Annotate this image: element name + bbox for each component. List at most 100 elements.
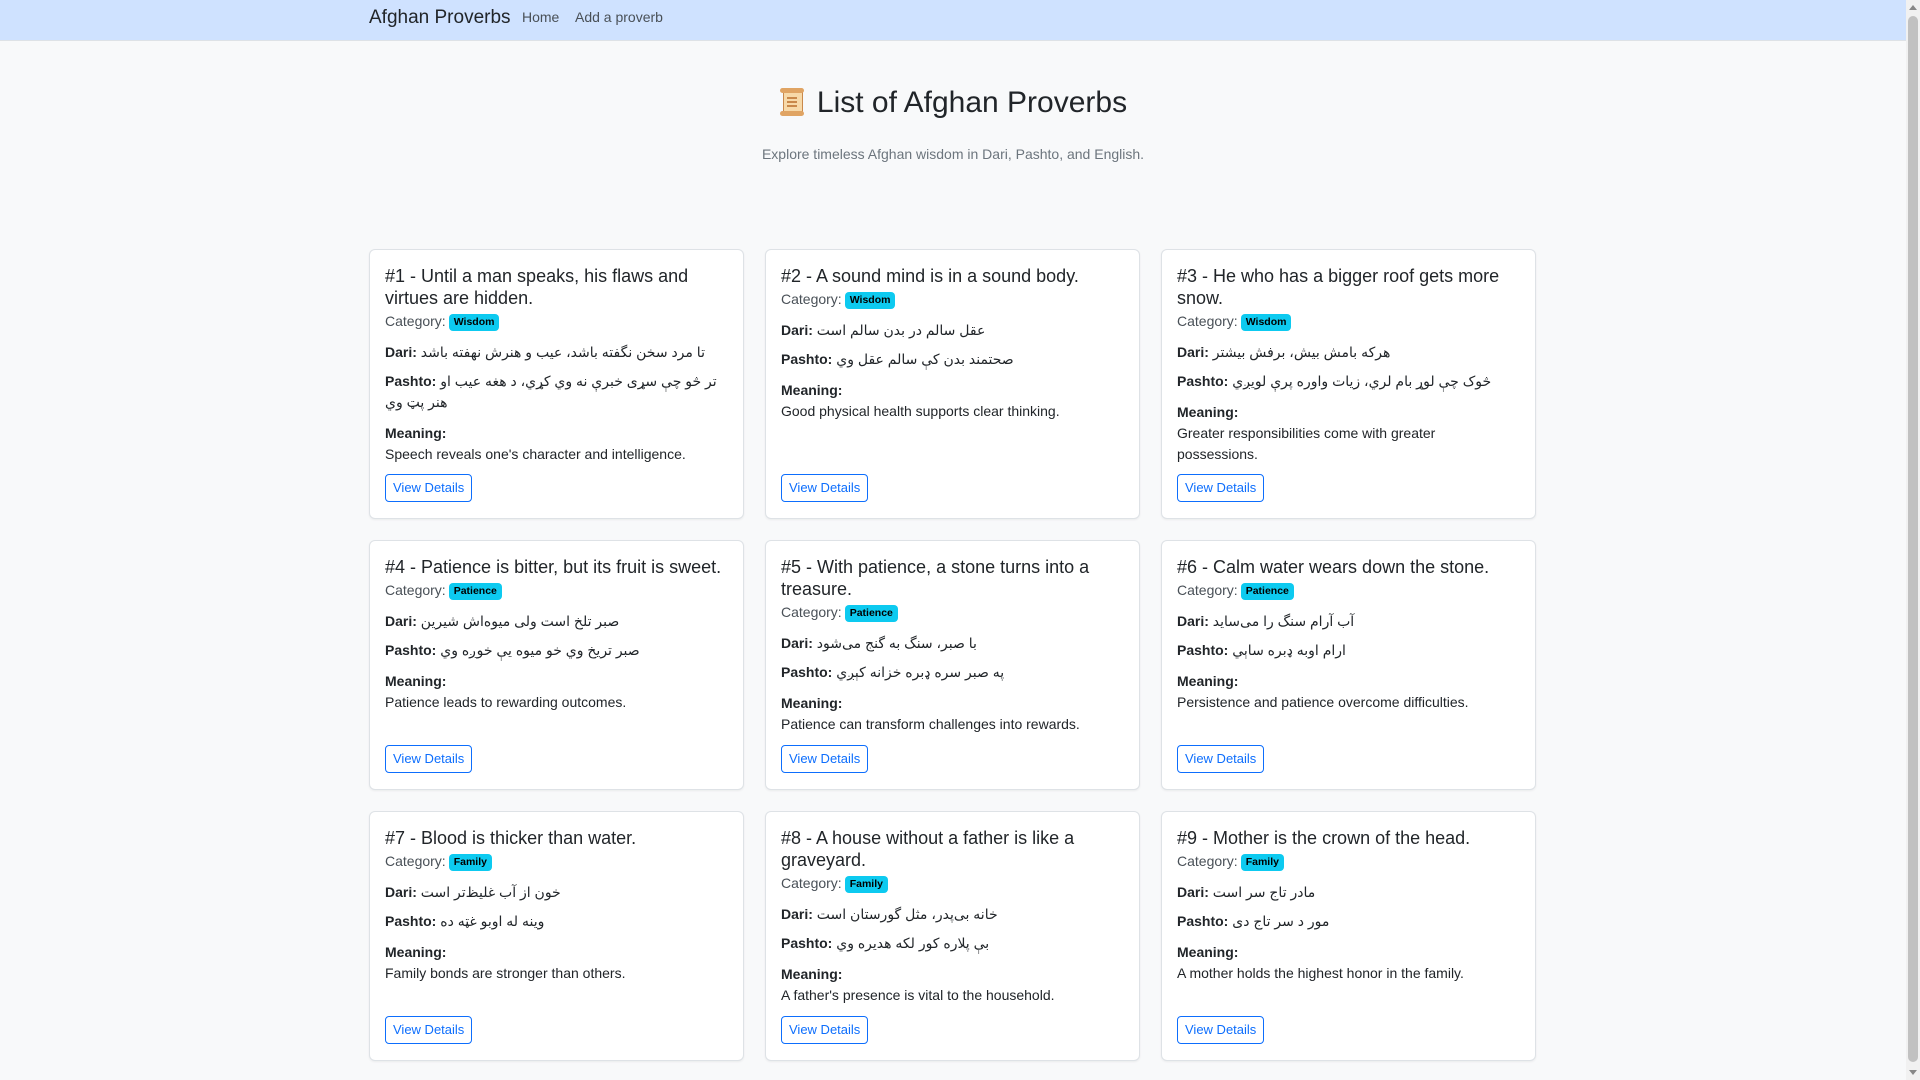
proverb-card: #6 - Calm water wears down the stone. Ca… [1161, 540, 1536, 790]
category-label: Category: [781, 604, 842, 620]
nav-link-add-proverb[interactable]: Add a proverb [575, 9, 663, 25]
meaning-text: Patience can transform challenges into r… [781, 716, 1080, 732]
category-label: Category: [385, 853, 446, 869]
dari-text: مادر تاج سر است [1212, 884, 1316, 900]
dari-label: Dari: [781, 906, 813, 922]
pashto-text: مور د سر تاج دی [1232, 913, 1330, 929]
category-label: Category: [385, 582, 446, 598]
proverb-title: #2 - A sound mind is in a sound body. [781, 266, 1079, 286]
view-details-button[interactable]: View Details [1177, 745, 1265, 773]
view-details-button[interactable]: View Details [781, 1016, 869, 1044]
pashto-text: په صبر سره ډبره خزانه کېږي [836, 664, 1005, 680]
pashto-field: Pashto: صحتمند بدن کې سالم عقل وي [781, 349, 1124, 370]
proverb-card: #1 - Until a man speaks, his flaws and v… [369, 249, 744, 519]
pashto-label: Pashto: [1177, 642, 1229, 658]
dari-text: با صبر، سنگ به گنج می‌شود [816, 635, 977, 651]
dari-field: Dari: صبر تلخ است ولی میوه‌اش شیرین [385, 611, 728, 632]
meaning-label: Meaning: [1177, 404, 1239, 420]
meaning-label: Meaning: [781, 382, 843, 398]
dari-field: Dari: هرکه بامش بیش، برفش بیشتر [1177, 342, 1520, 363]
pashto-field: Pashto: وینه له اوبو غټه ده [385, 911, 728, 932]
category-badge: Wisdom [1240, 314, 1292, 331]
pashto-label: Pashto: [781, 935, 833, 951]
vertical-scrollbar[interactable] [1906, 0, 1920, 1080]
pashto-label: Pashto: [385, 642, 437, 658]
page-header: List of Afghan Proverbs Explore timeless… [0, 80, 1906, 162]
dari-label: Dari: [781, 635, 813, 651]
pashto-field: Pashto: ارام اوبه ډبره ساېي [1177, 640, 1520, 661]
category-label: Category: [1177, 582, 1238, 598]
proverb-title: #7 - Blood is thicker than water. [385, 828, 637, 848]
scroll-icon [779, 88, 805, 116]
view-details-button[interactable]: View Details [781, 745, 869, 773]
category-badge: Family [1240, 854, 1284, 871]
proverb-category: Category: Wisdom [1177, 311, 1520, 332]
dari-field: Dari: با صبر، سنگ به گنج می‌شود [781, 633, 1124, 654]
dari-text: خانه بی‌پدر، مثل گورستان است [816, 906, 998, 922]
meaning-label: Meaning: [385, 425, 447, 441]
scroll-down-arrow-icon[interactable] [1909, 1070, 1917, 1075]
pashto-text: وینه له اوبو غټه ده [440, 913, 545, 929]
nav-link-home[interactable]: Home [522, 9, 559, 25]
category-badge: Patience [1240, 583, 1294, 600]
category-label: Category: [1177, 313, 1238, 329]
proverb-category: Category: Wisdom [385, 311, 728, 332]
meaning-label: Meaning: [1177, 944, 1239, 960]
view-details-button[interactable]: View Details [781, 474, 869, 502]
dari-text: تا مرد سخن نگفته باشد، عیب و هنرش نهفته … [420, 344, 705, 360]
proverb-category: Category: Family [385, 851, 728, 872]
meaning-label: Meaning: [385, 944, 447, 960]
proverb-card: #4 - Patience is bitter, but its fruit i… [369, 540, 744, 790]
pashto-field: Pashto: مور د سر تاج دی [1177, 911, 1520, 932]
scrollbar-thumb[interactable] [1908, 16, 1918, 1062]
brand-link[interactable]: Afghan Proverbs [369, 7, 511, 29]
page-subtitle: Explore timeless Afghan wisdom in Dari, … [761, 146, 1145, 162]
category-label: Category: [1177, 853, 1238, 869]
meaning-text: Good physical health supports clear thin… [781, 403, 1060, 419]
pashto-label: Pashto: [385, 373, 437, 389]
view-details-button[interactable]: View Details [385, 474, 473, 502]
proverb-category: Category: Patience [781, 602, 1124, 623]
meaning-text: Speech reveals one's character and intel… [385, 446, 686, 462]
proverb-category: Category: Patience [1177, 580, 1520, 601]
dari-field: Dari: خانه بی‌پدر، مثل گورستان است [781, 904, 1124, 925]
meaning-text: Persistence and patience overcome diffic… [1177, 694, 1469, 710]
proverb-card: #9 - Mother is the crown of the head. Ca… [1161, 811, 1536, 1061]
dari-field: Dari: عقل سالم در بدن سالم است [781, 320, 1124, 341]
pashto-field: Pashto: بې پلاره کور لکه هدیره وي [781, 933, 1124, 954]
meaning-text: A father's presence is vital to the hous… [781, 987, 1055, 1003]
pashto-text: صحتمند بدن کې سالم عقل وي [836, 351, 1014, 367]
dari-label: Dari: [385, 884, 417, 900]
dari-field: Dari: آب آرام سنگ را می‌ساید [1177, 611, 1520, 632]
proverb-title: #4 - Patience is bitter, but its fruit i… [385, 557, 722, 577]
meaning-label: Meaning: [1177, 673, 1239, 689]
meaning-text: A mother holds the highest honor in the … [1177, 965, 1464, 981]
dari-label: Dari: [385, 344, 417, 360]
pashto-label: Pashto: [1177, 373, 1229, 389]
category-label: Category: [781, 291, 842, 307]
proverb-grid: #1 - Until a man speaks, his flaws and v… [369, 249, 1536, 1061]
pashto-text: ارام اوبه ډبره ساېي [1232, 642, 1346, 658]
dari-label: Dari: [1177, 884, 1209, 900]
meaning-text: Patience leads to rewarding outcomes. [385, 694, 627, 710]
meaning-label: Meaning: [385, 673, 447, 689]
dari-label: Dari: [1177, 613, 1209, 629]
meaning-text: Family bonds are stronger than others. [385, 965, 626, 981]
dari-label: Dari: [1177, 344, 1209, 360]
view-details-button[interactable]: View Details [385, 745, 473, 773]
category-badge: Family [844, 876, 888, 893]
view-details-button[interactable]: View Details [385, 1016, 473, 1044]
dari-label: Dari: [781, 322, 813, 338]
proverb-category: Category: Patience [385, 580, 728, 601]
pashto-label: Pashto: [385, 913, 437, 929]
category-badge: Wisdom [844, 292, 896, 309]
page-title: List of Afghan Proverbs [0, 80, 1906, 126]
view-details-button[interactable]: View Details [1177, 1016, 1265, 1044]
view-details-button[interactable]: View Details [1177, 474, 1265, 502]
scroll-up-arrow-icon[interactable] [1909, 5, 1917, 10]
proverb-title: #3 - He who has a bigger roof gets more … [1177, 266, 1500, 308]
dari-text: هرکه بامش بیش، برفش بیشتر [1212, 344, 1391, 360]
pashto-field: Pashto: څوک چې لوړ بام لري، زيات واوره پ… [1177, 371, 1520, 392]
meaning-label: Meaning: [781, 695, 843, 711]
category-badge: Patience [844, 605, 898, 622]
